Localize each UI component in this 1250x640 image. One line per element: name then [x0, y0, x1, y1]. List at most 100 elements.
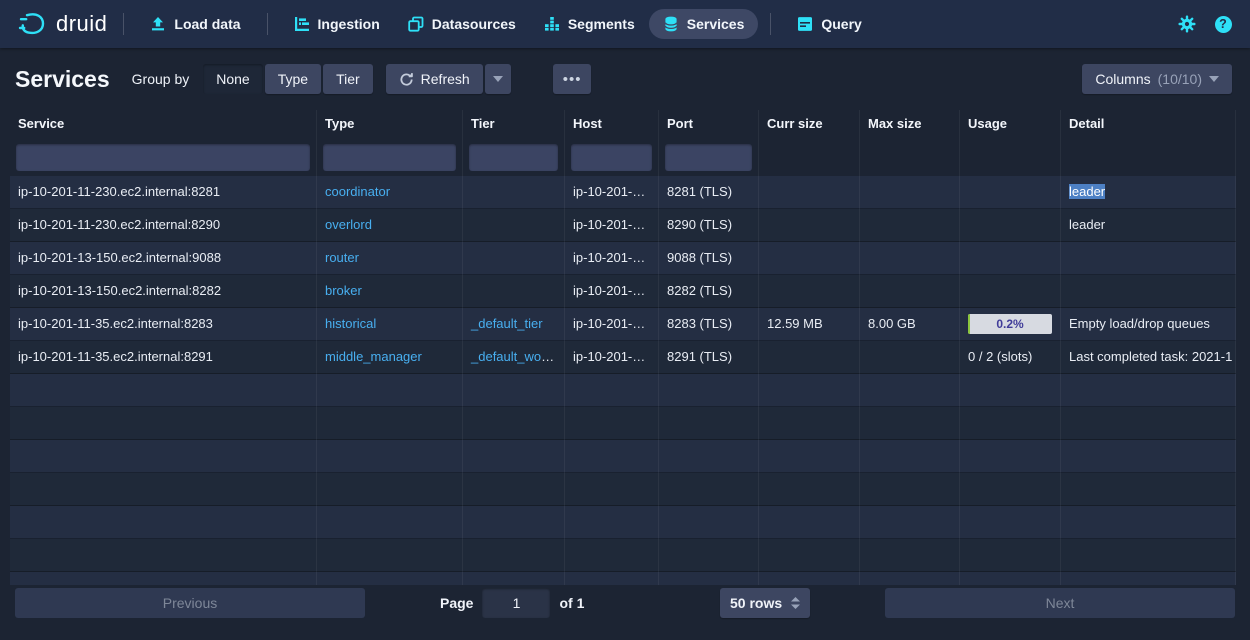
group-by-type-button[interactable]: Type	[265, 64, 321, 94]
tier-link[interactable]: _default_tier	[471, 316, 543, 331]
refresh-button[interactable]: Refresh	[386, 64, 483, 94]
type-link[interactable]: historical	[325, 316, 376, 331]
rows-per-page-value: 50 rows	[730, 595, 782, 611]
table-filter-row	[10, 138, 1236, 176]
column-header-usage[interactable]: Usage	[960, 110, 1061, 138]
refresh-icon	[399, 72, 414, 87]
empty-cell	[10, 473, 317, 506]
empty-table-row	[10, 374, 1236, 407]
help-glyph: ?	[1219, 17, 1227, 31]
type-link[interactable]: broker	[325, 283, 362, 298]
group-by-none-button[interactable]: None	[203, 64, 262, 94]
empty-table-row	[10, 506, 1236, 539]
cell-max-size	[860, 242, 960, 275]
cell-tier	[463, 242, 565, 275]
column-header-detail[interactable]: Detail	[1061, 110, 1236, 138]
cell-curr-size	[759, 341, 860, 374]
help-icon[interactable]: ?	[1212, 13, 1234, 35]
more-actions-button[interactable]: •••	[553, 64, 592, 94]
cell-type: coordinator	[317, 176, 463, 209]
cell-max-size	[860, 176, 960, 209]
empty-cell	[10, 374, 317, 407]
cell-host: ip-10-201-11-230.ec2.internal	[565, 176, 659, 209]
empty-cell	[659, 473, 759, 506]
cell-usage	[960, 275, 1061, 308]
empty-cell	[463, 407, 565, 440]
nav-item-ingestion[interactable]: Ingestion	[280, 9, 394, 39]
nav-item-query[interactable]: Query	[783, 9, 875, 39]
cell-host: ip-10-201-11-35.ec2.internal	[565, 341, 659, 374]
filter-cell-type	[317, 138, 463, 176]
empty-cell	[860, 473, 960, 506]
type-link[interactable]: coordinator	[325, 184, 390, 199]
filter-input-host[interactable]	[571, 144, 652, 171]
nav-item-load-data[interactable]: Load data	[136, 9, 254, 39]
filter-input-tier[interactable]	[469, 144, 558, 171]
cell-service: ip-10-201-13-150.ec2.internal:8282	[10, 275, 317, 308]
druid-logo-icon	[18, 11, 48, 37]
refresh-interval-caret-button[interactable]	[485, 64, 511, 94]
refresh-label: Refresh	[421, 71, 470, 87]
next-page-button[interactable]: Next	[885, 588, 1235, 618]
column-header-curr-size[interactable]: Curr size	[759, 110, 860, 138]
cell-max-size	[860, 209, 960, 242]
filter-input-type[interactable]	[323, 144, 456, 171]
columns-dropdown-button[interactable]: Columns (10/10)	[1082, 64, 1232, 94]
cell-port: 8283 (TLS)	[659, 308, 759, 341]
cell-host: ip-10-201-13-150.ec2.internal	[565, 275, 659, 308]
column-header-tier[interactable]: Tier	[463, 110, 565, 138]
empty-cell	[317, 539, 463, 572]
cell-type: router	[317, 242, 463, 275]
empty-cell	[659, 506, 759, 539]
empty-cell	[759, 539, 860, 572]
cell-tier	[463, 176, 565, 209]
previous-page-button[interactable]: Previous	[15, 588, 365, 618]
column-header-port[interactable]: Port	[659, 110, 759, 138]
druid-brand[interactable]: druid	[18, 11, 107, 37]
cell-usage: 0 / 2 (slots)	[960, 341, 1061, 374]
empty-cell	[860, 407, 960, 440]
empty-cell	[960, 374, 1061, 407]
empty-table-row	[10, 539, 1236, 572]
group-by-tier-button[interactable]: Tier	[323, 64, 373, 94]
empty-cell	[317, 407, 463, 440]
divider	[770, 13, 771, 35]
rows-per-page-select[interactable]: 50 rows	[720, 588, 810, 618]
column-header-max-size[interactable]: Max size	[860, 110, 960, 138]
tier-link[interactable]: _default_worker_category	[471, 349, 565, 364]
empty-cell	[565, 407, 659, 440]
type-link[interactable]: middle_manager	[325, 349, 422, 364]
cell-service: ip-10-201-11-230.ec2.internal:8281	[10, 176, 317, 209]
table-header-row: ServiceTypeTierHostPortCurr sizeMax size…	[10, 110, 1236, 138]
empty-cell	[565, 539, 659, 572]
empty-cell	[659, 440, 759, 473]
empty-cell	[860, 506, 960, 539]
cell-curr-size: 12.59 MB	[759, 308, 860, 341]
filter-input-service[interactable]	[16, 144, 310, 171]
layers-icon	[408, 16, 424, 32]
type-link[interactable]: overlord	[325, 217, 372, 232]
nav-item-services[interactable]: Services	[649, 9, 759, 39]
type-link[interactable]: router	[325, 250, 359, 265]
page-number-input[interactable]	[482, 588, 550, 618]
filter-input-port[interactable]	[665, 144, 752, 171]
column-header-service[interactable]: Service	[10, 110, 317, 138]
empty-cell	[960, 407, 1061, 440]
cell-usage	[960, 176, 1061, 209]
cell-tier	[463, 275, 565, 308]
pagination-bar: Previous Page of 1 50 rows Next	[0, 588, 1250, 620]
empty-cell	[317, 440, 463, 473]
column-header-host[interactable]: Host	[565, 110, 659, 138]
empty-cell	[1061, 407, 1236, 440]
page-indicator: Page of 1	[440, 588, 584, 618]
columns-label: Columns	[1095, 71, 1150, 87]
filter-cell-port	[659, 138, 759, 176]
nav-item-segments[interactable]: Segments	[530, 9, 649, 39]
nav-item-datasources[interactable]: Datasources	[394, 9, 530, 39]
cell-detail: leader	[1061, 176, 1236, 209]
chevron-down-icon	[493, 76, 503, 82]
empty-cell	[860, 572, 960, 585]
gear-icon[interactable]	[1176, 13, 1198, 35]
column-header-type[interactable]: Type	[317, 110, 463, 138]
cell-usage	[960, 209, 1061, 242]
